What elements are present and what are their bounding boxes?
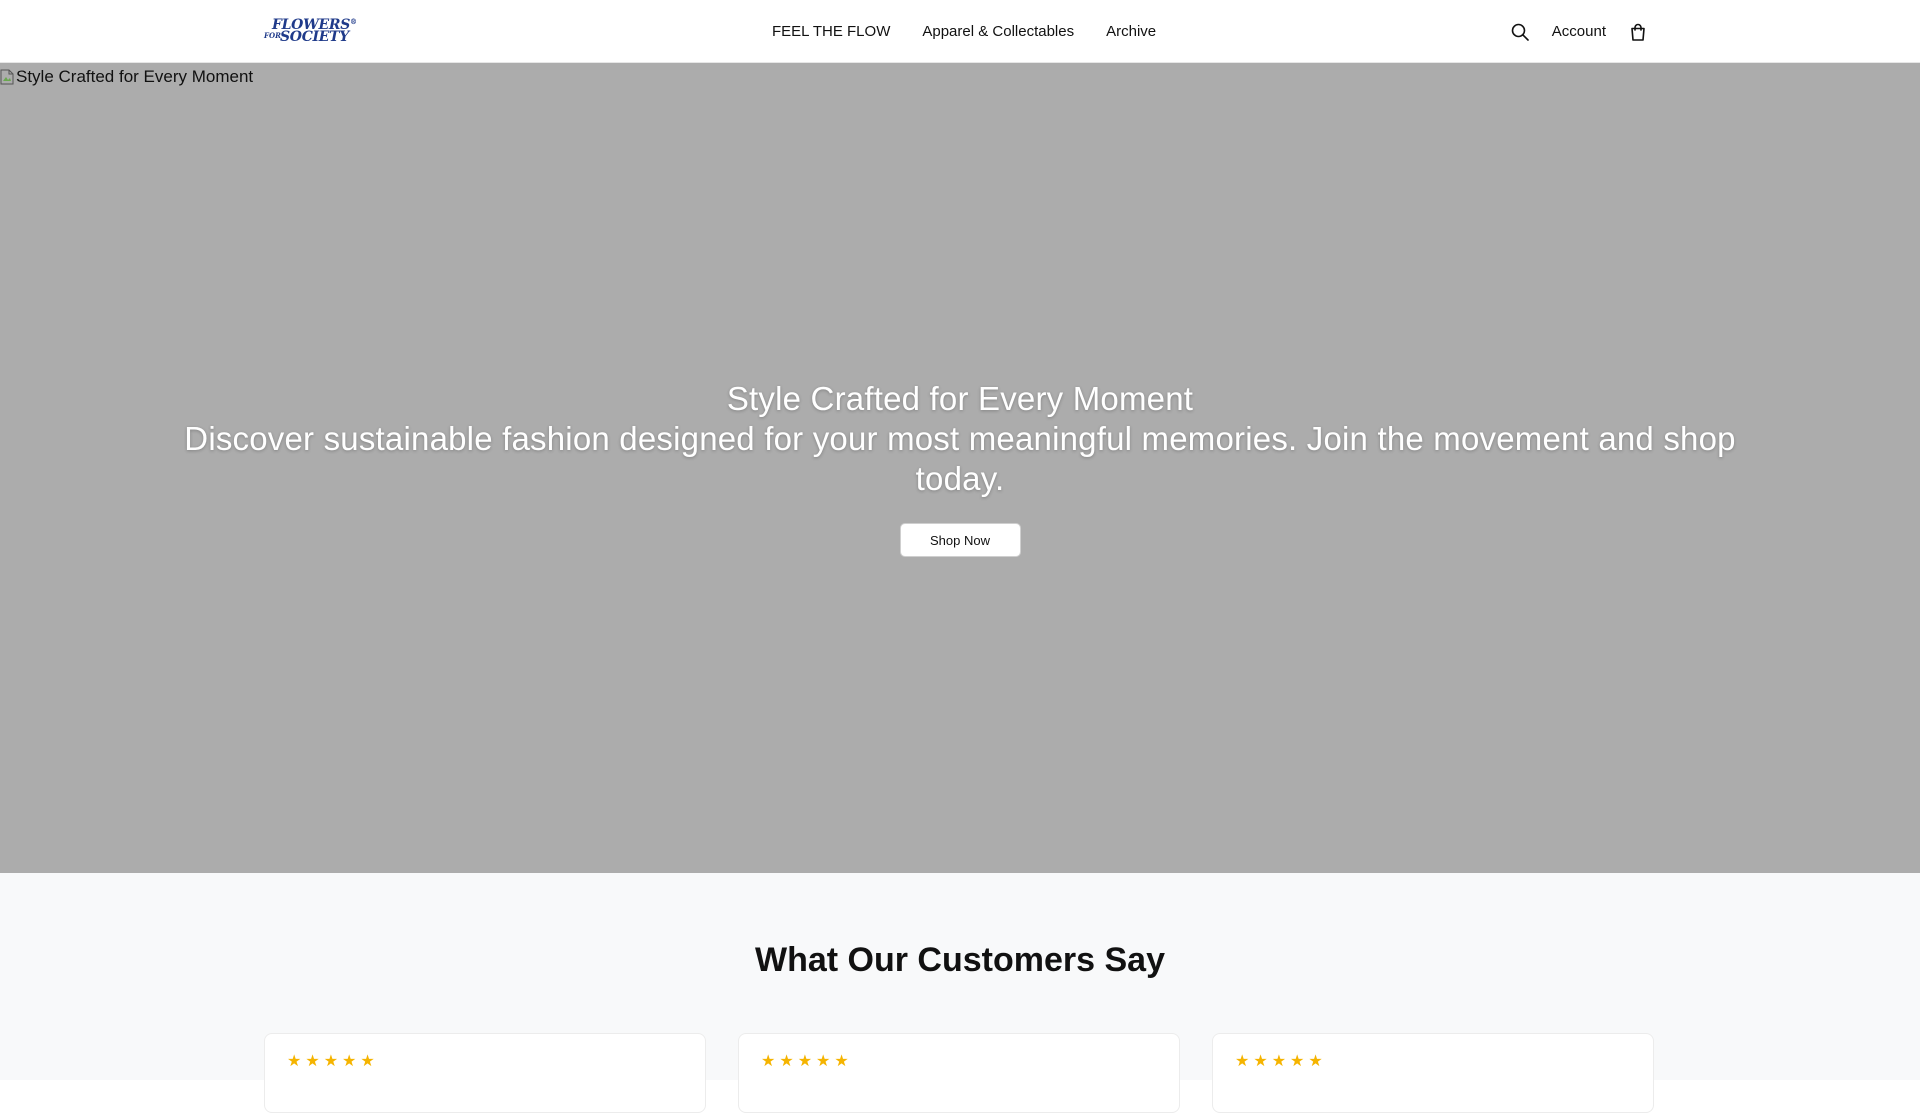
hero-image-broken: Style Crafted for Every Moment (0, 67, 253, 87)
testimonial-card: ★ ★ ★ ★ ★ (1212, 1033, 1654, 1113)
account-link[interactable]: Account (1552, 23, 1606, 40)
nav-item-apparel-collectables[interactable]: Apparel & Collectables (922, 23, 1074, 40)
star-icon: ★ (1308, 1053, 1323, 1070)
star-icon: ★ (323, 1053, 339, 1070)
shop-now-button[interactable]: Shop Now (899, 523, 1021, 557)
star-icon: ★ (1253, 1053, 1268, 1070)
search-icon[interactable] (1510, 22, 1530, 42)
star-icon: ★ (834, 1053, 849, 1070)
star-icon: ★ (797, 1053, 813, 1070)
star-rating: ★ ★ ★ ★ ★ (1235, 1054, 1323, 1070)
nav-item-archive[interactable]: Archive (1106, 23, 1156, 40)
star-icon: ★ (1271, 1053, 1287, 1070)
testimonials-section: What Our Customers Say ★ ★ ★ ★ ★ ★ ★ ★ ★… (0, 873, 1920, 1113)
hero-content: Style Crafted for Every Moment Discover … (0, 379, 1920, 557)
testimonial-card: ★ ★ ★ ★ ★ (264, 1033, 706, 1113)
star-rating: ★ ★ ★ ★ ★ (761, 1054, 849, 1070)
star-icon: ★ (761, 1053, 776, 1070)
star-icon: ★ (360, 1053, 375, 1070)
hero-subtitle: Discover sustainable fashion designed fo… (184, 420, 1736, 497)
star-icon: ★ (287, 1053, 302, 1070)
main-nav: FEEL THE FLOW Apparel & Collectables Arc… (772, 0, 1156, 63)
star-icon: ★ (1235, 1053, 1250, 1070)
testimonial-card: ★ ★ ★ ★ ★ (738, 1033, 1180, 1113)
header-utilities: Account (1510, 0, 1648, 63)
logo-text-society: SOCIETY (280, 29, 349, 45)
testimonials-title: What Our Customers Say (755, 941, 1165, 979)
hero-image-alt-text: Style Crafted for Every Moment (16, 67, 254, 86)
site-header: FLOWERS® FOR SOCIETY FEEL THE FLOW Appar… (0, 0, 1920, 63)
star-icon: ★ (816, 1053, 831, 1070)
star-rating: ★ ★ ★ ★ ★ (287, 1054, 375, 1070)
nav-item-feel-the-flow[interactable]: FEEL THE FLOW (772, 23, 890, 40)
shopping-bag-icon[interactable] (1628, 22, 1648, 42)
star-icon: ★ (1290, 1053, 1305, 1070)
logo-text-for: FOR (264, 31, 281, 40)
testimonial-cards: ★ ★ ★ ★ ★ ★ ★ ★ ★ ★ ★ ★ ★ ★ ★ (264, 1033, 1654, 1113)
star-icon: ★ (305, 1053, 320, 1070)
star-icon: ★ (779, 1053, 794, 1070)
logo-registered-mark: ® (350, 17, 357, 26)
brand-logo[interactable]: FLOWERS® FOR SOCIETY (264, 18, 357, 45)
broken-image-icon (0, 69, 14, 85)
hero-banner: Style Crafted for Every Moment Style Cra… (0, 63, 1920, 873)
hero-title: Style Crafted for Every Moment (726, 380, 1194, 417)
star-icon: ★ (342, 1053, 357, 1070)
